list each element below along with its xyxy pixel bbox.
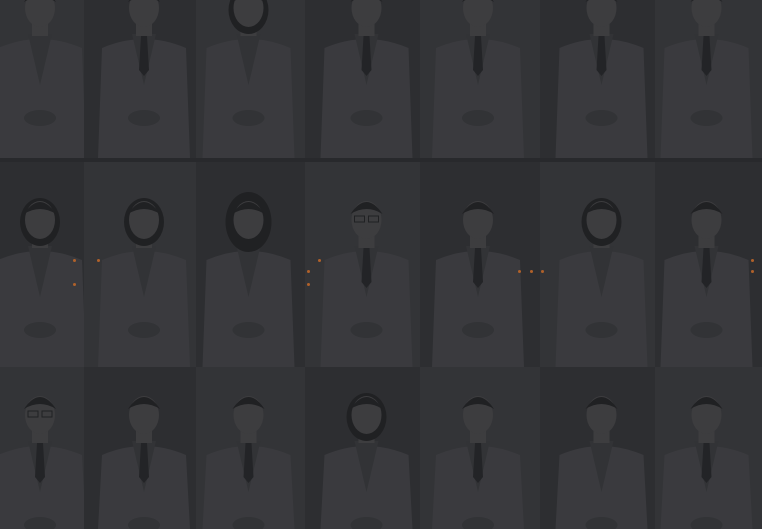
accent-dot: [318, 259, 321, 262]
doctor-photo-mosaic: [0, 0, 762, 529]
accent-dot: [97, 259, 100, 262]
accent-dot: [541, 270, 544, 273]
accent-dot: [307, 283, 310, 286]
accent-dot: [751, 259, 754, 262]
accent-dot: [73, 259, 76, 262]
accent-dots: [0, 0, 762, 529]
accent-dot: [518, 270, 521, 273]
accent-dot: [307, 270, 310, 273]
accent-dot: [530, 270, 533, 273]
accent-dot: [751, 270, 754, 273]
accent-dot: [73, 283, 76, 286]
